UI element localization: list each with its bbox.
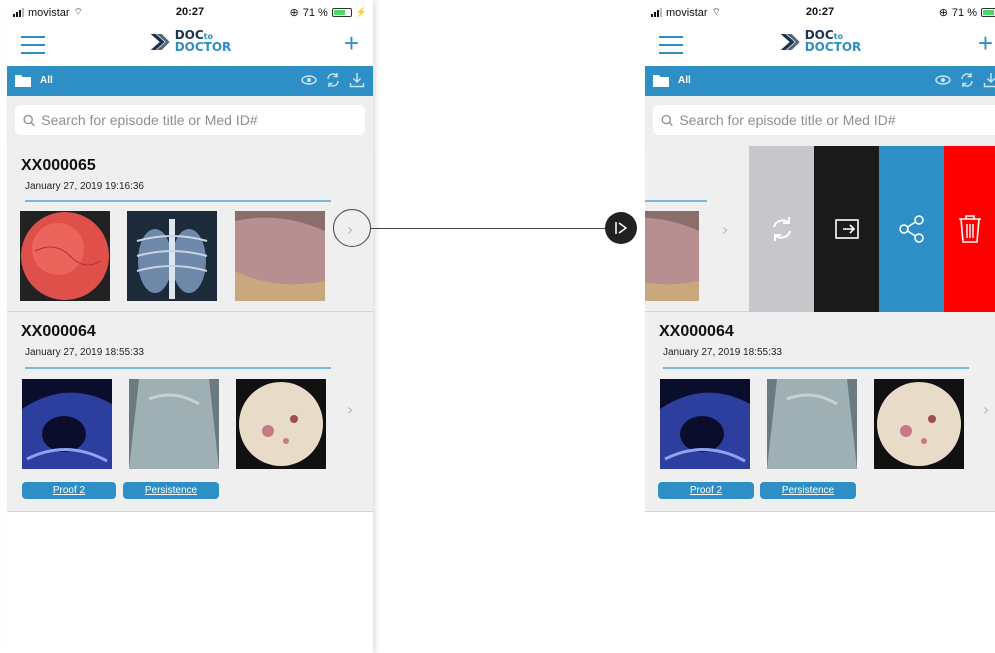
trash-icon [958, 215, 981, 243]
status-bar: movistar ⌔ 20:27 ⊕ 71 % ⚡ [7, 0, 373, 24]
episode-thumbnail[interactable] [767, 379, 857, 469]
tutorial-stage: movistar ⌔ 20:27 ⊕ 71 % ⚡ DOCto DOCTOR +… [0, 0, 995, 653]
episode-divider [663, 367, 969, 369]
chevron-right-icon[interactable]: › [983, 400, 989, 419]
battery-icon [981, 8, 995, 17]
chevron-right-icon[interactable]: › [722, 220, 728, 239]
folder-label: All [40, 75, 53, 86]
app-logo: DOCto DOCTOR [149, 29, 231, 53]
tag-badge[interactable]: Persistence [760, 482, 856, 499]
delete-action-button[interactable] [944, 146, 995, 312]
search-area [7, 96, 373, 146]
episode-id: XX000064 [21, 323, 96, 340]
episode-card[interactable]: XX000065 January 27, 2019 19:16:36 › [7, 146, 373, 312]
tag-badge[interactable]: Proof 2 [22, 482, 116, 499]
folder-bar: All [7, 66, 373, 96]
charging-icon: ⚡ [355, 7, 367, 17]
episode-thumbnail[interactable] [22, 379, 112, 469]
episode-id: XX000065 [21, 157, 96, 174]
menu-icon[interactable] [21, 36, 45, 54]
folder-icon[interactable] [653, 74, 669, 87]
phone-before: movistar ⌔ 20:27 ⊕ 71 % ⚡ DOCto DOCTOR +… [7, 0, 373, 653]
episode-divider [25, 200, 331, 202]
sync-icon[interactable] [325, 72, 341, 88]
add-icon[interactable]: + [978, 30, 993, 56]
episode-thumbnail[interactable] [236, 379, 326, 469]
tag-badge[interactable]: Persistence [123, 482, 219, 499]
status-bar: movistar ⌔ 20:27 ⊕ 71 % [645, 0, 995, 24]
chevron-right-icon[interactable]: › [347, 400, 353, 419]
refresh-icon [772, 217, 791, 241]
highlight-circle [333, 209, 371, 247]
eye-icon[interactable] [935, 72, 951, 88]
episode-thumbnail[interactable] [235, 211, 325, 301]
download-icon[interactable] [983, 72, 995, 88]
download-icon[interactable] [349, 72, 365, 88]
tag-badge[interactable]: Proof 2 [658, 482, 754, 499]
episode-thumbnail[interactable] [660, 379, 750, 469]
battery-icon [331, 8, 352, 17]
sync-icon[interactable] [959, 72, 975, 88]
share-icon [898, 215, 924, 243]
export-icon [834, 219, 859, 239]
episode-thumbnail[interactable] [20, 211, 110, 301]
search-field [653, 105, 995, 135]
episode-card[interactable]: XX000064 January 27, 2019 18:55:33 › Pro… [645, 312, 995, 512]
app-header: DOCto DOCTOR + [645, 24, 995, 66]
search-icon [23, 114, 35, 126]
battery-percent: 71 % [302, 6, 328, 19]
episode-id: XX000064 [659, 323, 734, 340]
rotation-lock-icon: ⊕ [289, 7, 299, 19]
folder-label: All [678, 75, 691, 86]
episode-date: January 27, 2019 18:55:33 [25, 347, 144, 358]
menu-icon[interactable] [659, 36, 683, 54]
add-icon[interactable]: + [344, 30, 359, 56]
swipe-indicator-icon [605, 212, 637, 244]
app-header: DOCto DOCTOR + [7, 24, 373, 66]
eye-icon[interactable] [301, 72, 317, 88]
episode-thumbnail[interactable] [129, 379, 219, 469]
logo-mark-icon [780, 33, 800, 50]
episode-date: January 27, 2019 18:55:33 [663, 347, 782, 358]
episode-date: January 27, 2019 19:16:36 [25, 181, 144, 192]
search-area [645, 96, 995, 146]
battery-percent: 71 % [951, 6, 977, 19]
episode-thumbnail[interactable] [127, 211, 217, 301]
share-action-button[interactable] [879, 146, 944, 312]
episode-thumbnail[interactable] [645, 211, 699, 301]
export-action-button[interactable] [814, 146, 879, 312]
search-input[interactable] [41, 112, 365, 128]
search-field [15, 105, 365, 135]
rotation-lock-icon: ⊕ [938, 7, 948, 19]
episode-card[interactable]: XX000064 January 27, 2019 18:55:33 › Pro… [7, 312, 373, 512]
search-icon [661, 114, 673, 126]
episode-divider [645, 200, 707, 202]
refresh-action-button[interactable] [749, 146, 814, 312]
logo-mark-icon [150, 33, 170, 50]
episode-divider [25, 367, 331, 369]
folder-bar: All [645, 66, 995, 96]
phone-after: movistar ⌔ 20:27 ⊕ 71 % DOCto DOCTOR + A… [645, 0, 995, 653]
folder-icon[interactable] [15, 74, 31, 87]
search-input[interactable] [679, 112, 995, 128]
connector-line [370, 228, 610, 229]
episode-thumbnail[interactable] [874, 379, 964, 469]
app-logo: DOCto DOCTOR [779, 29, 861, 53]
